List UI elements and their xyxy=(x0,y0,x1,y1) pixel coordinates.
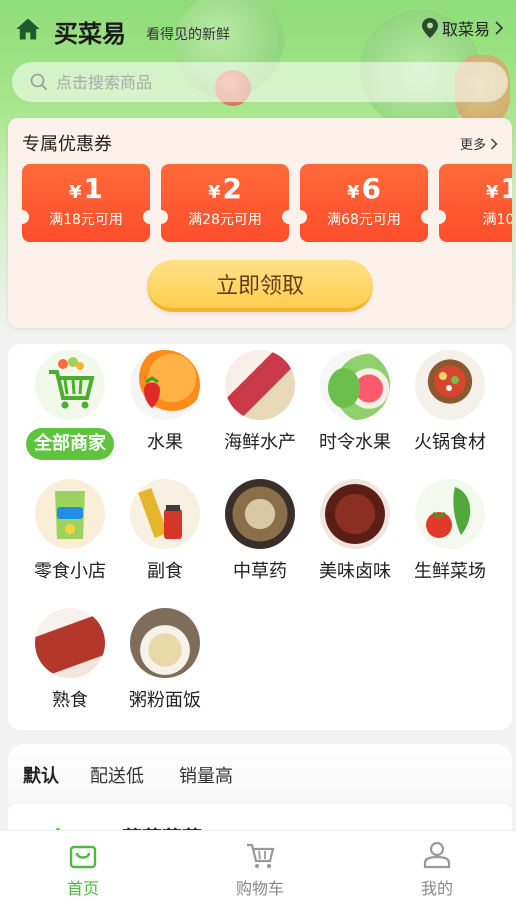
coupon-condition: 满18元可用 xyxy=(49,212,123,228)
currency-symbol: ¥ xyxy=(485,182,499,203)
coupon-condition: 满108 xyxy=(482,212,512,228)
sort-sales-high[interactable]: 销量高 xyxy=(179,762,233,788)
tab-home[interactable]: 首页 xyxy=(33,839,133,899)
coupon-amount: 2 xyxy=(222,172,242,205)
chevron-right-icon xyxy=(491,138,498,149)
coupon-item[interactable]: ¥1 满18元可用 xyxy=(22,164,157,242)
coupon-item[interactable]: ¥6 满68元可用 xyxy=(293,164,435,242)
category-label: 水果 xyxy=(147,432,183,453)
braised-meat-icon xyxy=(320,479,390,549)
category-label: 熟食 xyxy=(52,690,88,711)
location-label: 取菜易 xyxy=(441,20,490,39)
grocery-icon xyxy=(130,479,200,549)
bottom-tab-bar: 首页 购物车 我的 xyxy=(0,830,516,900)
category-label: 火锅食材 xyxy=(414,432,486,453)
fruit-icon xyxy=(130,350,200,420)
coupon-section-title: 专属优惠券 xyxy=(22,134,112,155)
chevron-right-icon xyxy=(495,21,504,35)
category-label: 全部商家 xyxy=(26,428,114,460)
tab-profile[interactable]: 我的 xyxy=(387,839,487,899)
category-fresh-market[interactable]: 生鲜菜场 xyxy=(401,479,499,585)
vegetable-icon xyxy=(415,479,485,549)
category-label: 中草药 xyxy=(233,561,287,582)
category-hotpot[interactable]: 火锅食材 xyxy=(401,350,499,456)
home-bag-icon xyxy=(69,845,97,869)
chips-icon xyxy=(35,479,105,549)
cart-icon xyxy=(247,843,275,868)
location-selector[interactable]: 取菜易 xyxy=(421,16,504,40)
hotpot-icon xyxy=(415,350,485,420)
top-bar: 买菜易 看得见的新鲜 取菜易 xyxy=(0,0,516,60)
sort-default[interactable]: 默认 xyxy=(23,762,59,788)
category-braised[interactable]: 美味卤味 xyxy=(306,479,404,585)
noodle-icon xyxy=(130,608,200,678)
category-grid: 全部商家 水果 海鲜水产 时令水果 火锅食材 零食小店 副食 中草药 美味卤味 … xyxy=(8,344,512,730)
category-seafood[interactable]: 海鲜水产 xyxy=(211,350,309,456)
category-fruit[interactable]: 水果 xyxy=(116,350,214,456)
cooked-meat-icon xyxy=(35,608,105,678)
category-noodles-rice[interactable]: 粥粉面饭 xyxy=(116,608,214,714)
currency-symbol: ¥ xyxy=(207,182,221,203)
category-label: 生鲜菜场 xyxy=(414,561,486,582)
location-pin-icon xyxy=(421,18,438,38)
category-label: 时令水果 xyxy=(319,432,391,453)
category-label: 副食 xyxy=(147,561,183,582)
category-seasonal-fruit[interactable]: 时令水果 xyxy=(306,350,404,456)
coupon-amount: 6 xyxy=(361,172,381,205)
currency-symbol: ¥ xyxy=(68,182,82,203)
category-herbal[interactable]: 中草药 xyxy=(211,479,309,585)
coupon-amount: 1 xyxy=(500,172,512,205)
coupon-list: ¥1 满18元可用 ¥2 满28元可用 ¥6 满68元可用 ¥1 满108 xyxy=(22,164,512,244)
tab-label: 购物车 xyxy=(235,879,284,898)
category-label: 美味卤味 xyxy=(319,561,391,582)
more-label: 更多 xyxy=(459,138,486,153)
coupon-more-link[interactable]: 更多 xyxy=(460,134,498,153)
currency-symbol: ¥ xyxy=(346,182,360,203)
sort-bar: 默认 配送低 销量高 xyxy=(8,744,512,804)
sort-delivery-low[interactable]: 配送低 xyxy=(90,762,144,788)
tab-cart[interactable]: 购物车 xyxy=(210,839,310,899)
herb-icon xyxy=(225,479,295,549)
category-label: 零食小店 xyxy=(34,561,106,582)
shopping-cart-icon xyxy=(35,350,105,420)
app-name: 买菜易 xyxy=(54,20,126,48)
search-input[interactable] xyxy=(56,72,456,92)
category-grocery[interactable]: 副食 xyxy=(116,479,214,585)
home-icon[interactable] xyxy=(14,15,42,43)
category-cooked-food[interactable]: 熟食 xyxy=(21,608,119,714)
category-all-merchants[interactable]: 全部商家 xyxy=(21,350,119,460)
category-snacks[interactable]: 零食小店 xyxy=(21,479,119,585)
coupon-amount: 1 xyxy=(83,172,103,205)
tab-label: 首页 xyxy=(66,879,99,898)
tab-label: 我的 xyxy=(420,879,453,898)
seafood-icon xyxy=(225,350,295,420)
claim-coupons-button[interactable]: 立即领取 xyxy=(147,260,373,312)
category-label: 粥粉面饭 xyxy=(129,690,201,711)
search-icon xyxy=(30,73,48,91)
coupon-condition: 满28元可用 xyxy=(188,212,262,228)
coupon-section: 专属优惠券 更多 ¥1 满18元可用 ¥2 满28元可用 ¥6 满68元可用 ¥… xyxy=(8,118,512,328)
user-icon xyxy=(423,841,451,869)
guava-icon xyxy=(320,350,390,420)
coupon-condition: 满68元可用 xyxy=(327,212,401,228)
coupon-item[interactable]: ¥2 满28元可用 xyxy=(154,164,296,242)
search-bar[interactable] xyxy=(12,62,508,102)
category-label: 海鲜水产 xyxy=(224,432,296,453)
coupon-item[interactable]: ¥1 满108 xyxy=(432,164,512,242)
app-slogan: 看得见的新鲜 xyxy=(146,27,230,43)
